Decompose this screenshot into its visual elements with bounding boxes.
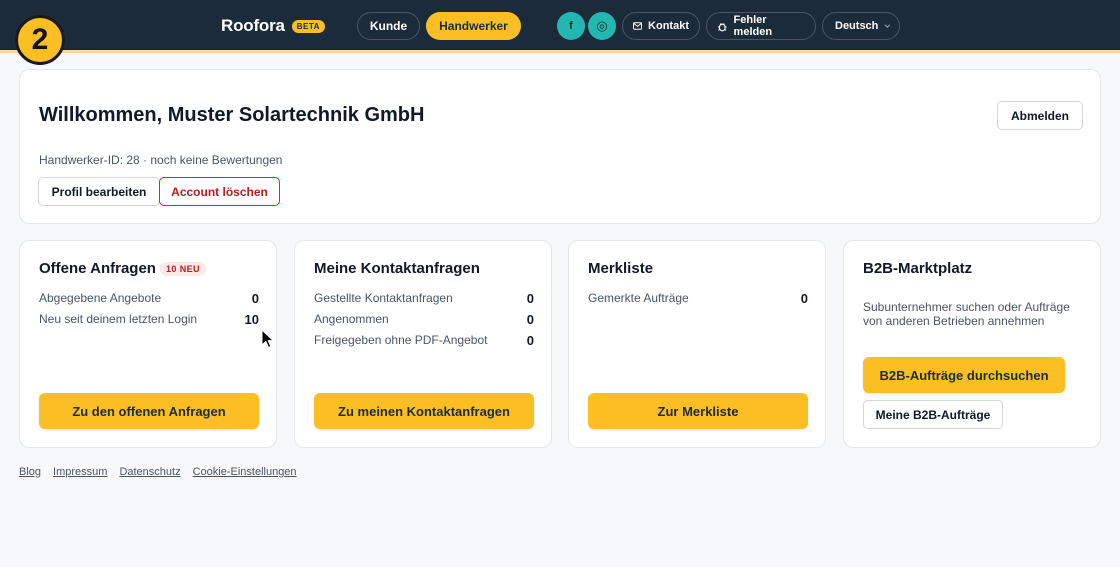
logout-button[interactable]: Abmelden <box>997 101 1083 130</box>
stat-value: 0 <box>800 290 808 306</box>
stat-label: Abgegebene Angebote <box>39 291 162 305</box>
stat-row: Gemerkte Aufträge 0 <box>588 289 808 307</box>
footer-link-cookie-settings[interactable]: Cookie-Einstellungen <box>193 466 297 478</box>
chevron-down-icon <box>884 24 891 28</box>
kontakt-button[interactable]: Kontakt <box>622 12 700 40</box>
stat-row: Neu seit deinem letzten Login 10 <box>39 310 259 328</box>
nav-handwerker-button[interactable]: Handwerker <box>426 12 521 40</box>
contact-requests-button[interactable]: Zu meinen Kontaktanfragen <box>314 393 534 429</box>
watchlist-card: Merkliste Gemerkte Aufträge 0 Zur Merkli… <box>568 240 826 448</box>
contact-requests-card: Meine Kontaktanfragen Gestellte Kontakta… <box>294 240 552 448</box>
stat-value: 0 <box>251 290 259 306</box>
footer-link-blog[interactable]: Blog <box>19 466 41 478</box>
stat-value: 10 <box>244 311 259 327</box>
stat-row: Abgegebene Angebote 0 <box>39 289 259 307</box>
card-title: Merkliste <box>588 260 654 277</box>
stat-value: 0 <box>526 332 534 348</box>
fehler-melden-label: Fehler melden <box>733 14 773 38</box>
stat-label: Gestellte Kontaktanfragen <box>314 291 453 305</box>
stat-label: Freigegeben ohne PDF-Angebot <box>314 333 488 347</box>
nav-kunde-button[interactable]: Kunde <box>357 12 420 40</box>
stat-label: Angenommen <box>314 312 389 326</box>
edit-profile-button[interactable]: Profil bearbeiten <box>38 177 160 206</box>
stat-row: Angenommen 0 <box>314 310 534 328</box>
beta-badge: BETA <box>291 19 325 33</box>
top-navigation-bar: Roofora BETA Kunde Handwerker f ◎ Kontak… <box>0 0 1120 52</box>
card-title: Offene Anfragen <box>39 260 156 277</box>
stat-value: 0 <box>526 290 534 306</box>
card-title: Meine Kontaktanfragen <box>314 260 480 277</box>
step-number-badge: 2 <box>15 15 65 65</box>
stat-label: Gemerkte Aufträge <box>588 291 689 305</box>
footer-links: Blog Impressum Datenschutz Cookie-Einste… <box>19 466 297 478</box>
footer-link-datenschutz[interactable]: Datenschutz <box>119 466 180 478</box>
stat-label: Neu seit deinem letzten Login <box>39 312 198 326</box>
watchlist-button[interactable]: Zur Merkliste <box>588 393 808 429</box>
craftsman-meta: Handwerker-ID: 28 · noch keine Bewertung… <box>39 153 283 167</box>
language-label: Deutsch <box>835 20 879 32</box>
welcome-card: Willkommen, Muster Solartechnik GmbH Abm… <box>19 69 1101 224</box>
stat-row: Gestellte Kontaktanfragen 0 <box>314 289 534 307</box>
instagram-icon[interactable]: ◎ <box>588 12 616 40</box>
language-select[interactable]: Deutsch <box>822 12 900 40</box>
welcome-title: Willkommen, Muster Solartechnik GmbH <box>39 104 425 126</box>
brand-name: Roofora <box>221 16 285 35</box>
fehler-melden-button[interactable]: Fehler melden <box>706 12 816 40</box>
mouse-cursor-icon <box>261 329 275 349</box>
bug-icon <box>717 22 727 31</box>
delete-account-button[interactable]: Account löschen <box>159 177 280 206</box>
open-requests-button[interactable]: Zu den offenen Anfragen <box>39 393 259 429</box>
card-title: B2B-Marktplatz <box>863 260 973 277</box>
b2b-description: Subunternehmer suchen oder Aufträge von … <box>863 300 1070 328</box>
header-divider <box>0 50 1120 53</box>
mail-icon <box>633 22 642 30</box>
brand[interactable]: Roofora BETA <box>221 16 325 36</box>
new-count-badge: 10 NEU <box>160 262 206 276</box>
facebook-icon[interactable]: f <box>557 12 585 40</box>
open-requests-card: Offene Anfragen 10 NEU Abgegebene Angebo… <box>19 240 277 448</box>
my-b2b-orders-button[interactable]: Meine B2B-Aufträge <box>863 400 1003 429</box>
b2b-marketplace-card: B2B-Marktplatz Subunternehmer suchen ode… <box>843 240 1101 448</box>
kontakt-label: Kontakt <box>648 20 689 32</box>
stat-row: Freigegeben ohne PDF-Angebot 0 <box>314 331 534 349</box>
stat-value: 0 <box>526 311 534 327</box>
footer-link-impressum[interactable]: Impressum <box>53 466 107 478</box>
b2b-search-button[interactable]: B2B-Aufträge durchsuchen <box>863 357 1065 393</box>
